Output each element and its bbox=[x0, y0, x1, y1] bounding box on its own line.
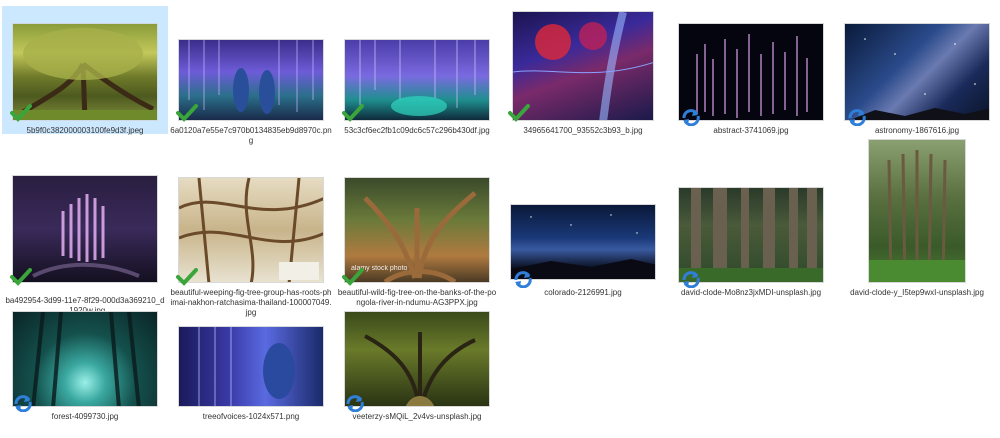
synced-check-icon bbox=[10, 268, 32, 286]
file-name: 6a0120a7e55e7c970b0134835eb9d8970c.png bbox=[170, 126, 332, 145]
thumbnail-image bbox=[344, 311, 490, 407]
file-tile-13[interactable]: forest-4099730.jpg bbox=[2, 306, 168, 434]
file-tile-3[interactable]: 53c3cf6ec2fb1c09dc6c57c296b430df.jpg bbox=[334, 6, 500, 135]
thumbnail-image bbox=[12, 311, 158, 407]
thumbnail-image bbox=[678, 187, 824, 283]
file-name: 53c3cf6ec2fb1c09dc6c57c296b430df.jpg bbox=[344, 126, 490, 135]
thumbnail-image bbox=[344, 39, 490, 121]
syncing-arrows-icon bbox=[344, 394, 366, 412]
synced-check-icon bbox=[508, 104, 530, 122]
file-tile-11[interactable]: david-clode-Mo8nz3jxMDI-unsplash.jpg bbox=[668, 160, 834, 310]
thumbnail-image bbox=[12, 23, 158, 121]
file-tile-6[interactable]: astronomy-1867616.jpg bbox=[834, 6, 1000, 135]
file-tile-8[interactable]: beautiful-weeping-fig-tree-group-has-roo… bbox=[168, 160, 334, 317]
file-tile-14[interactable]: treeofvoices-1024x571.png bbox=[168, 306, 334, 434]
file-tile-2[interactable]: 6a0120a7e55e7c970b0134835eb9d8970c.png bbox=[168, 6, 334, 145]
thumbnail-image bbox=[178, 177, 324, 283]
synced-check-icon bbox=[10, 104, 32, 122]
syncing-arrows-icon bbox=[512, 270, 534, 288]
file-name: david-clode-y_I5tep9wxI-unsplash.jpg bbox=[850, 288, 984, 297]
thumbnail-image bbox=[178, 326, 324, 407]
file-name: beautiful-wild-fig-tree-on-the-banks-of-… bbox=[337, 288, 497, 307]
file-tile-7[interactable]: ba492954-3d99-11e7-8f29-000d3a369210_d_1… bbox=[2, 160, 168, 315]
syncing-arrows-icon bbox=[846, 108, 868, 126]
file-tile-15[interactable]: veeterzy-sMQiL_2v4vs-unsplash.jpg bbox=[334, 306, 500, 434]
file-tile-4[interactable]: 34965641700_93552c3b93_b.jpg bbox=[500, 6, 666, 135]
thumbnail-image bbox=[868, 139, 966, 283]
file-tile-12[interactable]: david-clode-y_I5tep9wxI-unsplash.jpg bbox=[834, 132, 1000, 310]
syncing-arrows-icon bbox=[12, 394, 34, 412]
thumbnail-image: alamy stock photo bbox=[344, 177, 490, 283]
file-name: veeterzy-sMQiL_2v4vs-unsplash.jpg bbox=[352, 412, 482, 421]
file-name: 5b9f0c382000003100fe9d3f.jpeg bbox=[26, 126, 144, 135]
thumbnail-image bbox=[510, 204, 656, 280]
file-name: colorado-2126991.jpg bbox=[544, 288, 622, 297]
synced-check-icon bbox=[176, 104, 198, 122]
file-name: david-clode-Mo8nz3jxMDI-unsplash.jpg bbox=[680, 288, 822, 297]
file-name: abstract-3741069.jpg bbox=[713, 126, 789, 135]
syncing-arrows-icon bbox=[680, 270, 702, 288]
synced-check-icon bbox=[342, 268, 364, 286]
synced-check-icon bbox=[176, 268, 198, 286]
file-tile-10[interactable]: colorado-2126991.jpg bbox=[500, 160, 666, 310]
thumbnail-image bbox=[678, 23, 824, 121]
thumbnail-image bbox=[12, 175, 158, 283]
file-name: treeofvoices-1024x571.png bbox=[202, 412, 300, 421]
thumbnail-image bbox=[512, 11, 654, 121]
thumbnail-image bbox=[178, 39, 324, 121]
file-tile-9[interactable]: alamy stock photo beautiful-wild-fig-tre… bbox=[334, 160, 500, 310]
file-tile-1[interactable]: 5b9f0c382000003100fe9d3f.jpeg bbox=[2, 6, 168, 135]
thumbnail-image bbox=[844, 23, 990, 121]
file-tile-5[interactable]: abstract-3741069.jpg bbox=[668, 6, 834, 135]
file-name: 34965641700_93552c3b93_b.jpg bbox=[523, 126, 643, 135]
file-name: forest-4099730.jpg bbox=[51, 412, 119, 421]
synced-check-icon bbox=[342, 104, 364, 122]
syncing-arrows-icon bbox=[680, 108, 702, 126]
